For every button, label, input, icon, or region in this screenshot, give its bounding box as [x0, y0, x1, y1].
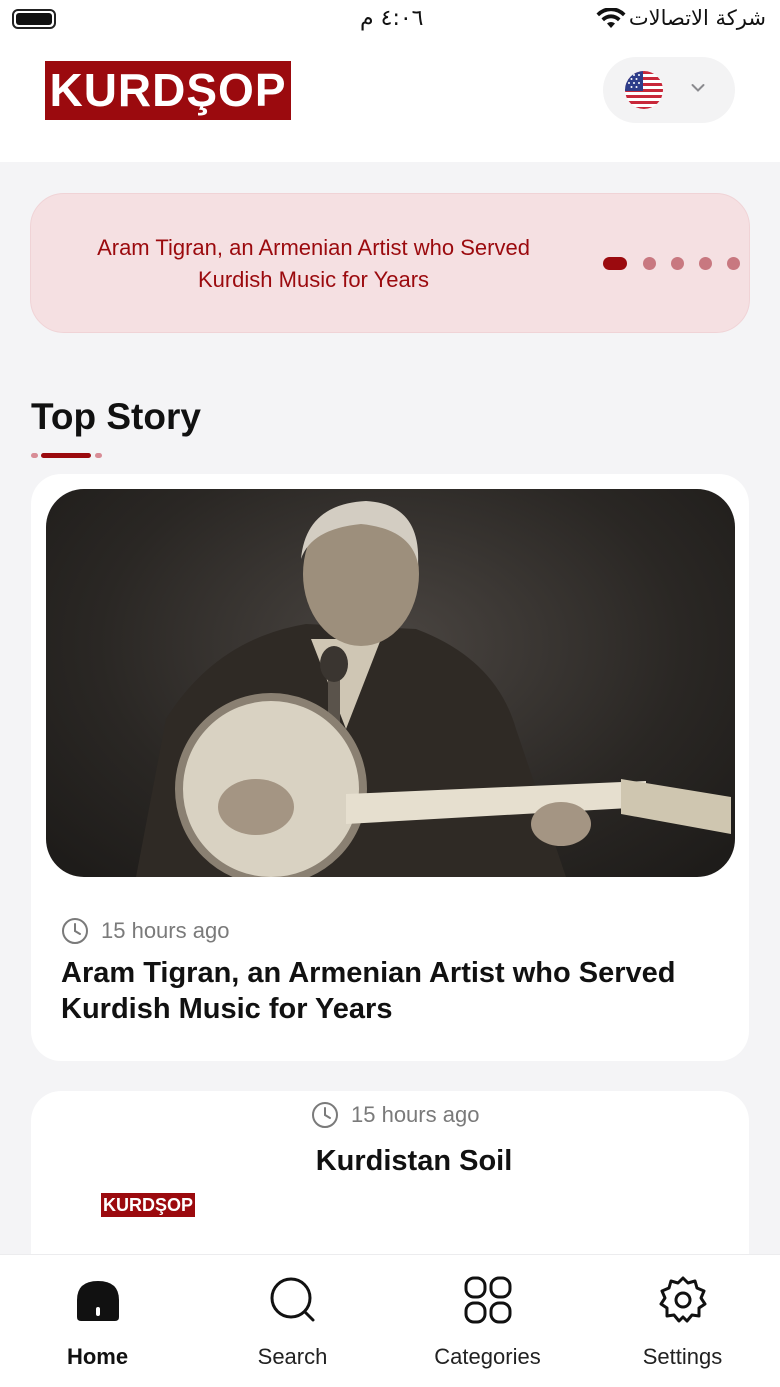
tab-home[interactable]: Home [0, 1255, 195, 1387]
musician-photo [136, 501, 731, 877]
pagination-dot[interactable] [699, 257, 712, 270]
status-bar: ٤:٠٦ م شركة الاتصالات [0, 0, 780, 44]
story-title[interactable]: Aram Tigran, an Armenian Artist who Serv… [61, 955, 721, 1027]
status-time: ٤:٠٦ م [360, 6, 424, 31]
story-title[interactable]: Kurdistan Soil [31, 1145, 780, 1178]
home-icon [77, 1281, 119, 1321]
chevron-down-icon [691, 84, 705, 92]
us-flag-icon [625, 71, 663, 109]
language-selector[interactable] [603, 57, 735, 123]
featured-banner[interactable]: Aram Tigran, an Armenian Artist who Serv… [30, 193, 750, 333]
bottom-tab-bar: Home Search Categories Settings [0, 1254, 780, 1387]
brand-logo[interactable]: KURDŞOP [45, 61, 291, 120]
story-source-logo: KURDŞOP [101, 1193, 195, 1217]
pagination-dot[interactable] [643, 257, 656, 270]
pagination-dot-active[interactable] [603, 257, 627, 270]
pagination-dot[interactable] [671, 257, 684, 270]
app-header: KURDŞOP [0, 44, 780, 162]
story-card[interactable]: 15 hours ago Aram Tigran, an Armenian Ar… [31, 474, 749, 1061]
tab-categories[interactable]: Categories [390, 1255, 585, 1387]
story-image[interactable] [46, 489, 735, 877]
tab-search[interactable]: Search [195, 1255, 390, 1387]
pagination-dot[interactable] [727, 257, 740, 270]
carrier-name: شركة الاتصالات [628, 6, 766, 30]
clock-icon [62, 918, 88, 944]
story-meta: 15 hours ago [61, 917, 229, 945]
tab-label: Home [66, 1344, 129, 1369]
search-icon [270, 1277, 315, 1322]
categories-icon [464, 1276, 512, 1324]
story-meta: 15 hours ago [311, 1101, 479, 1129]
wifi-icon [596, 8, 626, 28]
banner-text: Aram Tigran, an Armenian Artist who Serv… [97, 235, 530, 292]
tab-label: Search [257, 1344, 328, 1369]
section-title: Top Story [31, 396, 201, 437]
tab-settings[interactable]: Settings [585, 1255, 780, 1387]
title-underline [31, 453, 103, 459]
story-time: 15 hours ago [351, 1102, 480, 1127]
clock-icon [312, 1102, 338, 1128]
story-time: 15 hours ago [101, 918, 230, 943]
tab-label: Categories [434, 1344, 541, 1369]
tab-label: Settings [642, 1344, 723, 1369]
battery-icon [12, 9, 56, 29]
gear-icon [659, 1276, 707, 1323]
